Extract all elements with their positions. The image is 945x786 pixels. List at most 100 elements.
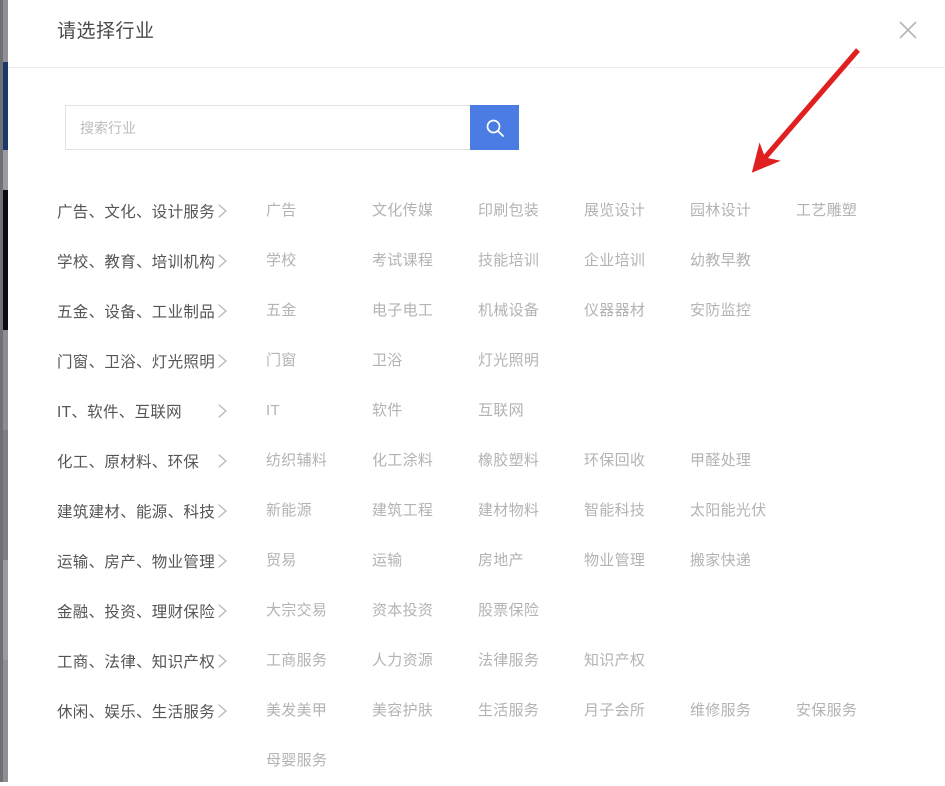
chevron-right-icon (217, 353, 228, 369)
category-item-7[interactable]: 运输、房产、物业管理 (8, 536, 266, 586)
industry-search (65, 105, 519, 150)
sub-item[interactable]: 园林设计 (690, 186, 796, 236)
category-item-label: 广告、文化、设计服务 (57, 204, 216, 221)
chevron-right-icon (217, 303, 228, 319)
sub-item-group: 纺织辅料 化工涂料 橡胶塑料 环保回收 甲醛处理 (266, 436, 945, 486)
close-icon[interactable] (893, 15, 923, 45)
select-industry-modal: 请选择行业 广告、文化、设计服务 广告文化传媒印刷包装展览设计园林设计工艺雕塑学校… (8, 0, 945, 782)
modal-header: 请选择行业 (8, 0, 945, 68)
sub-item-group: 贸易 运输 房地产 物业管理 搬家快递 (266, 536, 945, 586)
category-item-label: 五金、设备、工业制品 (57, 304, 216, 321)
sub-item[interactable]: 房地产 (478, 536, 584, 586)
category-row: 休闲、娱乐、生活服务 美发美甲 美容护肤 生活服务 月子会所 维修服务 安保服务母婴服务 (8, 686, 945, 786)
sub-item[interactable]: 美容护肤 (372, 686, 478, 736)
sub-item[interactable]: 甲醛处理 (690, 436, 796, 486)
sub-item[interactable]: 化工涂料 (372, 436, 478, 486)
sub-item[interactable]: 学校 (266, 236, 372, 286)
category-row: 运输、房产、物业管理 贸易 运输 房地产 物业管理 搬家快递 (8, 536, 945, 586)
sub-item[interactable]: 文化传媒 (372, 186, 478, 236)
sub-item[interactable]: 智能科技 (584, 486, 690, 536)
sub-item[interactable]: 门窗 (266, 336, 372, 386)
sub-item[interactable]: 展览设计 (584, 186, 690, 236)
category-item-2[interactable]: 五金、设备、工业制品 (8, 286, 266, 336)
sub-item[interactable]: 五金 (266, 286, 372, 336)
category-row: 门窗、卫浴、灯光照明 门窗 卫浴 灯光照明 (8, 336, 945, 386)
category-item-label: 运输、房产、物业管理 (57, 554, 216, 571)
chevron-right-icon (217, 253, 228, 269)
category-item-3[interactable]: 门窗、卫浴、灯光照明 (8, 336, 266, 386)
category-item-label: 建筑建材、能源、科技 (57, 504, 216, 521)
sub-item[interactable]: 电子电工 (372, 286, 478, 336)
search-button[interactable] (470, 105, 519, 150)
category-item-4[interactable]: IT、软件、互联网 (8, 386, 266, 436)
sub-item[interactable]: 法律服务 (478, 636, 584, 686)
sub-item[interactable]: 工艺雕塑 (796, 186, 902, 236)
category-row: 学校、教育、培训机构 学校 考试课程 技能培训 企业培训 幼教早教 (8, 236, 945, 286)
category-item-5[interactable]: 化工、原材料、环保 (8, 436, 266, 486)
sub-item[interactable]: 技能培训 (478, 236, 584, 286)
sub-item[interactable]: 月子会所 (584, 686, 690, 736)
category-row: 金融、投资、理财保险 大宗交易 资本投资 股票保险 (8, 586, 945, 636)
sub-item[interactable]: 太阳能光伏 (690, 486, 796, 536)
sub-item[interactable]: 环保回收 (584, 436, 690, 486)
sub-item[interactable]: 仪器器材 (584, 286, 690, 336)
sub-item[interactable]: 卫浴 (372, 336, 478, 386)
sub-item[interactable]: 股票保险 (478, 586, 584, 636)
category-item-6[interactable]: 建筑建材、能源、科技 (8, 486, 266, 536)
sub-item[interactable]: 安防监控 (690, 286, 796, 336)
page-title: 请选择行业 (57, 21, 155, 42)
sub-item[interactable]: 运输 (372, 536, 478, 586)
sub-item[interactable]: 资本投资 (372, 586, 478, 636)
sub-item[interactable]: 灯光照明 (478, 336, 584, 386)
sub-item[interactable]: 企业培训 (584, 236, 690, 286)
sub-item[interactable]: IT (266, 386, 372, 436)
sub-item[interactable]: 建筑工程 (372, 486, 478, 536)
category-item-10[interactable]: 休闲、娱乐、生活服务 (8, 686, 266, 736)
sub-item[interactable]: 考试课程 (372, 236, 478, 286)
sub-item[interactable]: 贸易 (266, 536, 372, 586)
category-row: 五金、设备、工业制品 五金 电子电工 机械设备 仪器器材 安防监控 (8, 286, 945, 336)
sub-item-group: 广告 文化传媒 印刷包装 展览设计 园林设计 工艺雕塑 (266, 186, 945, 236)
category-row: 建筑建材、能源、科技 新能源 建筑工程 建材物料 智能科技 太阳能光伏 (8, 486, 945, 536)
sub-item[interactable]: 物业管理 (584, 536, 690, 586)
chevron-right-icon (217, 203, 228, 219)
category-item-9[interactable]: 工商、法律、知识产权 (8, 636, 266, 686)
sub-item[interactable]: 新能源 (266, 486, 372, 536)
sub-item-group: 新能源 建筑工程 建材物料 智能科技 太阳能光伏 (266, 486, 945, 536)
sub-item[interactable]: 人力资源 (372, 636, 478, 686)
sub-item[interactable]: 大宗交易 (266, 586, 372, 636)
chevron-right-icon (217, 453, 228, 469)
sub-item[interactable]: 维修服务 (690, 686, 796, 736)
sub-item-group: 大宗交易 资本投资 股票保险 (266, 586, 945, 636)
category-row: 广告、文化、设计服务 广告 文化传媒 印刷包装 展览设计 园林设计 工艺雕塑 (8, 186, 945, 236)
category-item-0[interactable]: 广告、文化、设计服务 (8, 186, 266, 236)
sub-item[interactable]: 印刷包装 (478, 186, 584, 236)
sub-item[interactable]: 生活服务 (478, 686, 584, 736)
sub-item[interactable]: 工商服务 (266, 636, 372, 686)
category-item-8[interactable]: 金融、投资、理财保险 (8, 586, 266, 636)
chevron-right-icon (217, 553, 228, 569)
sub-item-group: 美发美甲 美容护肤 生活服务 月子会所 维修服务 安保服务母婴服务 (266, 686, 945, 786)
sub-item[interactable]: 机械设备 (478, 286, 584, 336)
sub-item[interactable]: 安保服务 (796, 686, 902, 736)
sub-item[interactable]: 幼教早教 (690, 236, 796, 286)
search-input[interactable] (65, 105, 470, 150)
sub-item[interactable]: 母婴服务 (266, 736, 372, 786)
sub-item[interactable]: 软件 (372, 386, 478, 436)
category-row: 化工、原材料、环保 纺织辅料 化工涂料 橡胶塑料 环保回收 甲醛处理 (8, 436, 945, 486)
category-item-label: 休闲、娱乐、生活服务 (57, 704, 216, 721)
sub-item[interactable]: 纺织辅料 (266, 436, 372, 486)
sub-item[interactable]: 互联网 (478, 386, 584, 436)
chevron-right-icon (217, 403, 228, 419)
sub-item[interactable]: 搬家快递 (690, 536, 796, 586)
category-item-label: 学校、教育、培训机构 (57, 254, 216, 271)
sub-item[interactable]: 橡胶塑料 (478, 436, 584, 486)
sub-item-group: 学校 考试课程 技能培训 企业培训 幼教早教 (266, 236, 945, 286)
sub-item[interactable]: 知识产权 (584, 636, 690, 686)
chevron-right-icon (217, 503, 228, 519)
sub-item-group: IT 软件 互联网 (266, 386, 945, 436)
sub-item[interactable]: 美发美甲 (266, 686, 372, 736)
sub-item[interactable]: 建材物料 (478, 486, 584, 536)
category-item-1[interactable]: 学校、教育、培训机构 (8, 236, 266, 286)
sub-item[interactable]: 广告 (266, 186, 372, 236)
